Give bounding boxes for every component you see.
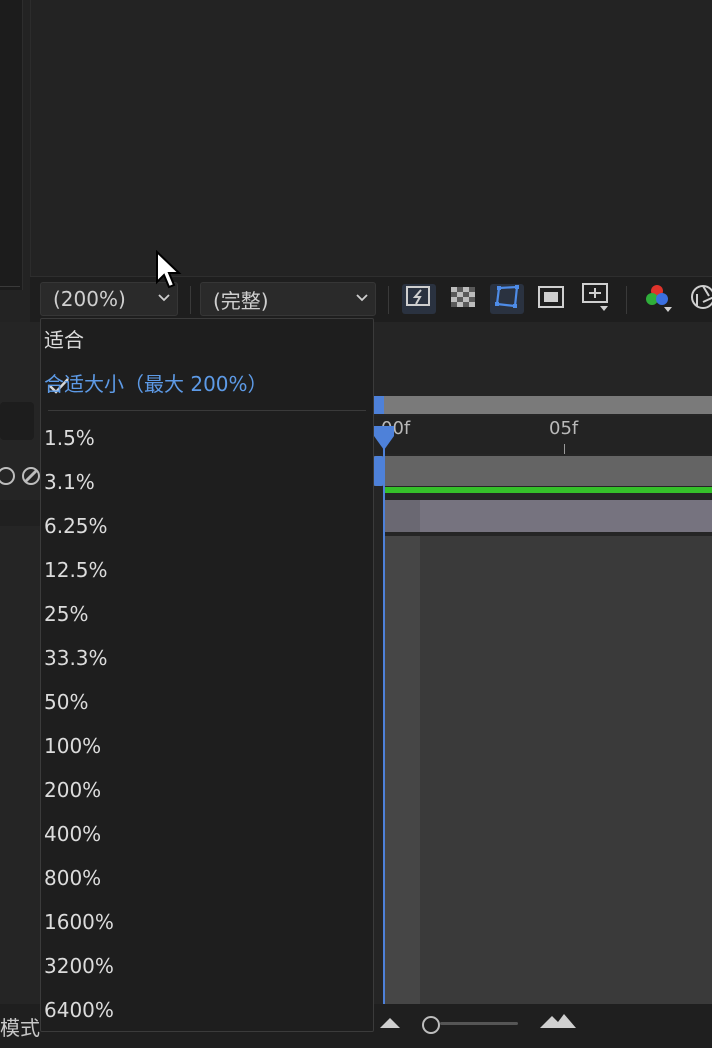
toolbar-separator (626, 286, 627, 314)
zoom-slider-track[interactable] (440, 1022, 518, 1025)
transparency-grid-button[interactable] (446, 284, 480, 314)
exposure-icon (688, 282, 712, 316)
menu-item-zoom[interactable]: 6400% (44, 998, 114, 1022)
mouse-cursor-icon (154, 249, 184, 292)
composition-viewer[interactable] (30, 0, 712, 276)
chevron-down-icon (151, 291, 177, 307)
region-of-interest-icon (537, 285, 565, 313)
switch-icons (0, 462, 44, 494)
timeline-search-field[interactable] (0, 402, 34, 440)
mountain-large-icon[interactable] (540, 1012, 576, 1034)
menu-item-zoom[interactable]: 50% (44, 690, 88, 714)
menu-item-zoom[interactable]: 200% (44, 778, 101, 802)
resolution-dropdown[interactable]: (完整) (200, 282, 376, 316)
menu-item-fit-up-to[interactable]: 合适大小（最大 200%） (44, 372, 268, 396)
layer-label-cell (0, 500, 42, 526)
project-panel-strip (0, 0, 23, 290)
comp-bar (374, 456, 712, 486)
grid-guides-button[interactable] (578, 282, 612, 316)
playhead-icon[interactable] (372, 424, 396, 452)
layer-duration-bar-start (384, 500, 420, 532)
menu-item-zoom[interactable]: 33.3% (44, 646, 108, 670)
fast-previews-button[interactable] (402, 284, 436, 314)
mask-path-visibility-button[interactable] (490, 284, 524, 314)
timeline-track-shade (384, 536, 420, 1006)
menu-item-zoom[interactable]: 400% (44, 822, 101, 846)
menu-item-zoom[interactable]: 1.5% (44, 426, 95, 450)
channel-rgb-icon (642, 282, 672, 316)
menu-item-zoom[interactable]: 800% (44, 866, 101, 890)
mode-label: 模式 (0, 1016, 40, 1040)
exposure-button[interactable] (686, 284, 712, 314)
playhead-line[interactable] (383, 430, 385, 1006)
zoom-slider-knob[interactable] (422, 1016, 440, 1034)
menu-item-zoom[interactable]: 1600% (44, 910, 114, 934)
transparency-grid-icon (450, 286, 476, 312)
grid-guides-icon (580, 282, 610, 316)
show-channel-button[interactable] (640, 284, 674, 314)
menu-item-zoom[interactable]: 12.5% (44, 558, 108, 582)
ruler-label-05: 05f (549, 418, 579, 439)
divider (0, 286, 20, 287)
ruler-tick (564, 444, 565, 454)
work-area-start-handle[interactable] (374, 396, 384, 414)
fast-previews-icon (405, 284, 433, 314)
mask-path-visibility-icon (493, 284, 521, 314)
resolution-dropdown-value: (完整) (213, 288, 269, 313)
time-ruler[interactable] (374, 416, 712, 454)
comp-start-marker (374, 456, 383, 486)
layer-duration-bar[interactable] (384, 500, 712, 532)
menu-item-zoom[interactable]: 3200% (44, 954, 114, 978)
menu-item-fit[interactable]: 适合 (44, 328, 84, 352)
menu-divider (48, 410, 366, 411)
work-area-indicator (384, 487, 712, 493)
zoom-dropdown-value: (200%) (53, 287, 126, 311)
timeline-track-area[interactable] (384, 536, 712, 1006)
work-area-bar[interactable] (374, 396, 712, 414)
menu-item-zoom[interactable]: 3.1% (44, 470, 95, 494)
chevron-down-icon (349, 291, 375, 307)
menu-item-zoom[interactable]: 100% (44, 734, 101, 758)
menu-item-zoom[interactable]: 6.25% (44, 514, 108, 538)
menu-item-zoom[interactable]: 25% (44, 602, 88, 626)
toolbar-separator (190, 286, 191, 314)
toolbar-separator (388, 286, 389, 314)
mountain-small-icon[interactable] (380, 1014, 402, 1034)
region-of-interest-button[interactable] (534, 284, 568, 314)
